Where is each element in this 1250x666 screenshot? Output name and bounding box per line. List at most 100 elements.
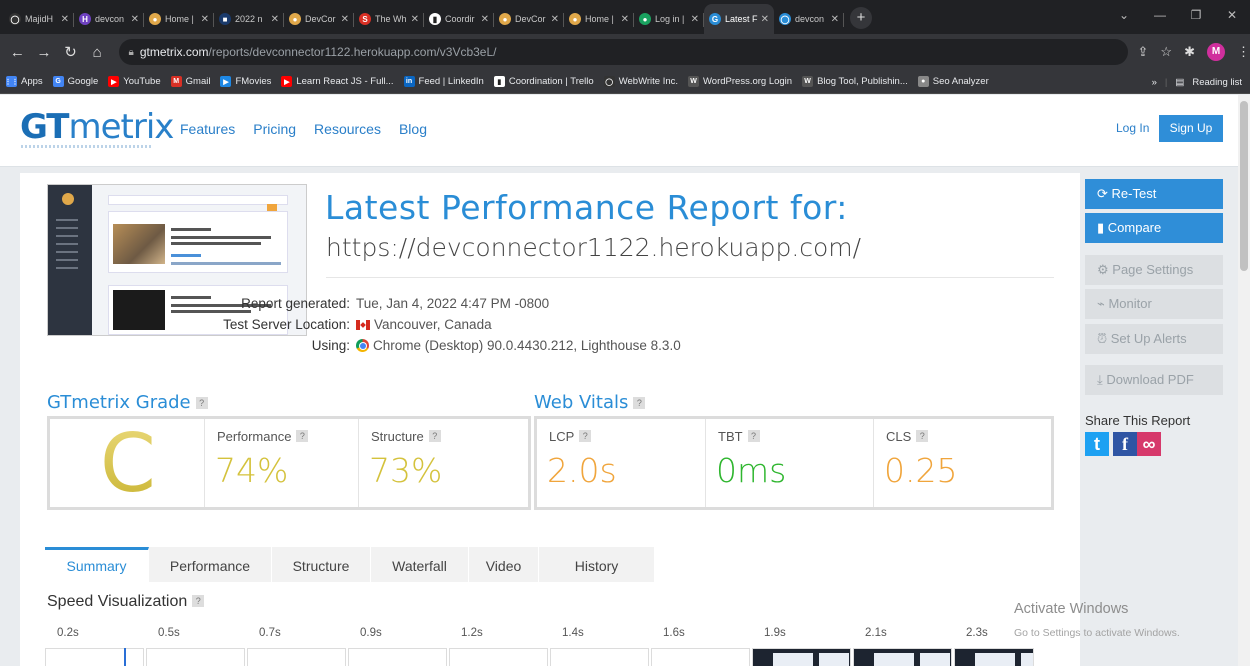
bookmark-item[interactable]: ● Seo Analyzer	[917, 76, 989, 87]
bookmark-item[interactable]: M Gmail	[170, 76, 210, 87]
browser-tab[interactable]: ● Home | ✕	[564, 4, 634, 34]
help-icon[interactable]: ?	[579, 430, 592, 442]
nav-blog[interactable]: Blog	[399, 121, 427, 137]
reading-list-button[interactable]: Reading list	[1192, 77, 1242, 88]
minimize-button[interactable]: —	[1142, 0, 1178, 30]
bookmark-item[interactable]: W WordPress.org Login	[688, 76, 792, 87]
close-tab-icon[interactable]: ✕	[551, 14, 559, 25]
browser-tab[interactable]: S The Wh ✕	[354, 4, 424, 34]
extensions-icon[interactable]: ✱	[1184, 44, 1195, 60]
nav-features[interactable]: Features	[180, 121, 235, 137]
close-window-button[interactable]: ✕	[1214, 0, 1250, 30]
speed-frame[interactable]	[348, 648, 447, 666]
help-icon[interactable]: ?	[428, 430, 441, 442]
close-tab-icon[interactable]: ✕	[341, 14, 349, 25]
tab-performance[interactable]: Performance	[149, 547, 272, 582]
close-tab-icon[interactable]: ✕	[271, 14, 279, 25]
close-tab-icon[interactable]: ✕	[411, 14, 419, 25]
close-tab-icon[interactable]: ✕	[691, 14, 699, 25]
bookmark-item[interactable]: ⋮⋮ Apps	[5, 76, 43, 87]
forward-button[interactable]: →	[31, 44, 58, 61]
browser-tab[interactable]: G Latest F ✕	[704, 4, 774, 34]
bookmark-item[interactable]: G Google	[52, 76, 98, 87]
browser-tab[interactable]: ● Log in | ✕	[634, 4, 704, 34]
download-pdf-button[interactable]: ⤓ Download PDF	[1085, 365, 1223, 395]
nav-resources[interactable]: Resources	[314, 121, 381, 137]
speed-frame[interactable]	[954, 648, 1034, 666]
close-tab-icon[interactable]: ✕	[201, 14, 209, 25]
speed-frame[interactable]	[550, 648, 649, 666]
help-icon[interactable]: ?	[633, 397, 646, 409]
facebook-icon[interactable]: f	[1113, 432, 1137, 456]
bookmark-label: WebWrite Inc.	[618, 76, 679, 87]
more-bookmarks-button[interactable]: »	[1152, 77, 1157, 88]
close-tab-icon[interactable]: ✕	[61, 14, 69, 25]
tbt-metric: TBT? 0ms	[716, 429, 787, 490]
nav-pricing[interactable]: Pricing	[253, 121, 296, 137]
login-link[interactable]: Log In	[1116, 121, 1149, 135]
monitor-button[interactable]: ⌁ Monitor	[1085, 289, 1223, 319]
browser-tab[interactable]: ◯ MajidH ✕	[4, 4, 74, 34]
profile-avatar[interactable]: M	[1206, 43, 1225, 61]
bookmark-item[interactable]: ▮ Coordination | Trello	[493, 76, 594, 87]
compare-button[interactable]: ▮ Compare	[1085, 213, 1223, 243]
help-icon[interactable]: ?	[296, 430, 309, 442]
close-tab-icon[interactable]: ✕	[831, 14, 839, 25]
link-icon[interactable]: ∞	[1137, 432, 1161, 456]
browser-tab[interactable]: ● DevCor ✕	[494, 4, 564, 34]
bookmark-item[interactable]: W Blog Tool, Publishin...	[802, 76, 908, 87]
page-scrollbar[interactable]	[1238, 95, 1250, 666]
twitter-icon[interactable]: t	[1085, 432, 1109, 456]
close-tab-icon[interactable]: ✕	[761, 14, 769, 25]
new-tab-button[interactable]: +	[850, 7, 872, 29]
maximize-button[interactable]: ❐	[1178, 0, 1214, 30]
help-icon[interactable]: ?	[195, 397, 208, 409]
page-settings-button[interactable]: ⚙ Page Settings	[1085, 255, 1223, 285]
retest-button[interactable]: ⟳ Re-Test	[1085, 179, 1223, 209]
speed-frame[interactable]	[752, 648, 851, 666]
bookmark-item[interactable]: ▶ YouTube	[108, 76, 161, 87]
bookmark-star-icon[interactable]: ☆	[1160, 44, 1172, 60]
speed-frame[interactable]	[146, 648, 245, 666]
playhead-marker[interactable]	[124, 648, 126, 666]
tab-video[interactable]: Video	[469, 547, 539, 582]
browser-tab[interactable]: ● Home | ✕	[144, 4, 214, 34]
speed-frame[interactable]	[247, 648, 346, 666]
speed-frame[interactable]	[651, 648, 750, 666]
reading-list-icon[interactable]: ▤	[1175, 77, 1184, 88]
bookmark-item[interactable]: ◯ WebWrite Inc.	[603, 76, 679, 87]
home-button[interactable]: ⌂	[84, 44, 111, 61]
gtmetrix-logo[interactable]: GTmetrix	[20, 107, 174, 147]
address-bar[interactable]: 🔒︎ gtmetrix.com/reports/devconnector1122…	[118, 39, 1128, 65]
help-icon[interactable]: ?	[747, 430, 760, 442]
signup-button[interactable]: Sign Up	[1159, 115, 1223, 142]
help-icon[interactable]: ?	[916, 430, 929, 442]
help-icon[interactable]: ?	[192, 595, 205, 607]
tab-history[interactable]: History	[539, 547, 655, 582]
speed-frame[interactable]	[853, 648, 952, 666]
share-page-icon[interactable]: ⇪	[1138, 44, 1149, 60]
bookmark-item[interactable]: ▶ FMovies	[220, 76, 271, 87]
back-button[interactable]: ←	[4, 44, 31, 61]
browser-tab[interactable]: ● DevCor ✕	[284, 4, 354, 34]
browser-tab[interactable]: Hdevcon ✕	[74, 4, 144, 34]
close-tab-icon[interactable]: ✕	[481, 14, 489, 25]
alerts-button[interactable]: ⏰︎ Set Up Alerts	[1085, 324, 1223, 354]
close-tab-icon[interactable]: ✕	[621, 14, 629, 25]
speed-frame[interactable]	[45, 648, 144, 666]
close-tab-icon[interactable]: ✕	[131, 14, 139, 25]
browser-tab[interactable]: ◯ devcon ✕	[774, 4, 844, 34]
bookmark-item[interactable]: ▶ Learn React JS - Full...	[281, 76, 394, 87]
tab-structure[interactable]: Structure	[272, 547, 371, 582]
tab-search-icon[interactable]: ⌄	[1106, 0, 1142, 30]
browser-tab[interactable]: ■ 2022 n ✕	[214, 4, 284, 34]
browser-tab[interactable]: ▮ Coordir ✕	[424, 4, 494, 34]
browser-menu-icon[interactable]: ⋮	[1237, 44, 1250, 60]
bookmark-label: Coordination | Trello	[508, 76, 594, 87]
page-screenshot-thumbnail[interactable]	[47, 184, 307, 336]
reload-button[interactable]: ↻	[57, 43, 84, 61]
tab-waterfall[interactable]: Waterfall	[371, 547, 469, 582]
speed-frame[interactable]	[449, 648, 548, 666]
tab-summary[interactable]: Summary	[45, 547, 149, 582]
bookmark-item[interactable]: in Feed | LinkedIn	[403, 76, 484, 87]
